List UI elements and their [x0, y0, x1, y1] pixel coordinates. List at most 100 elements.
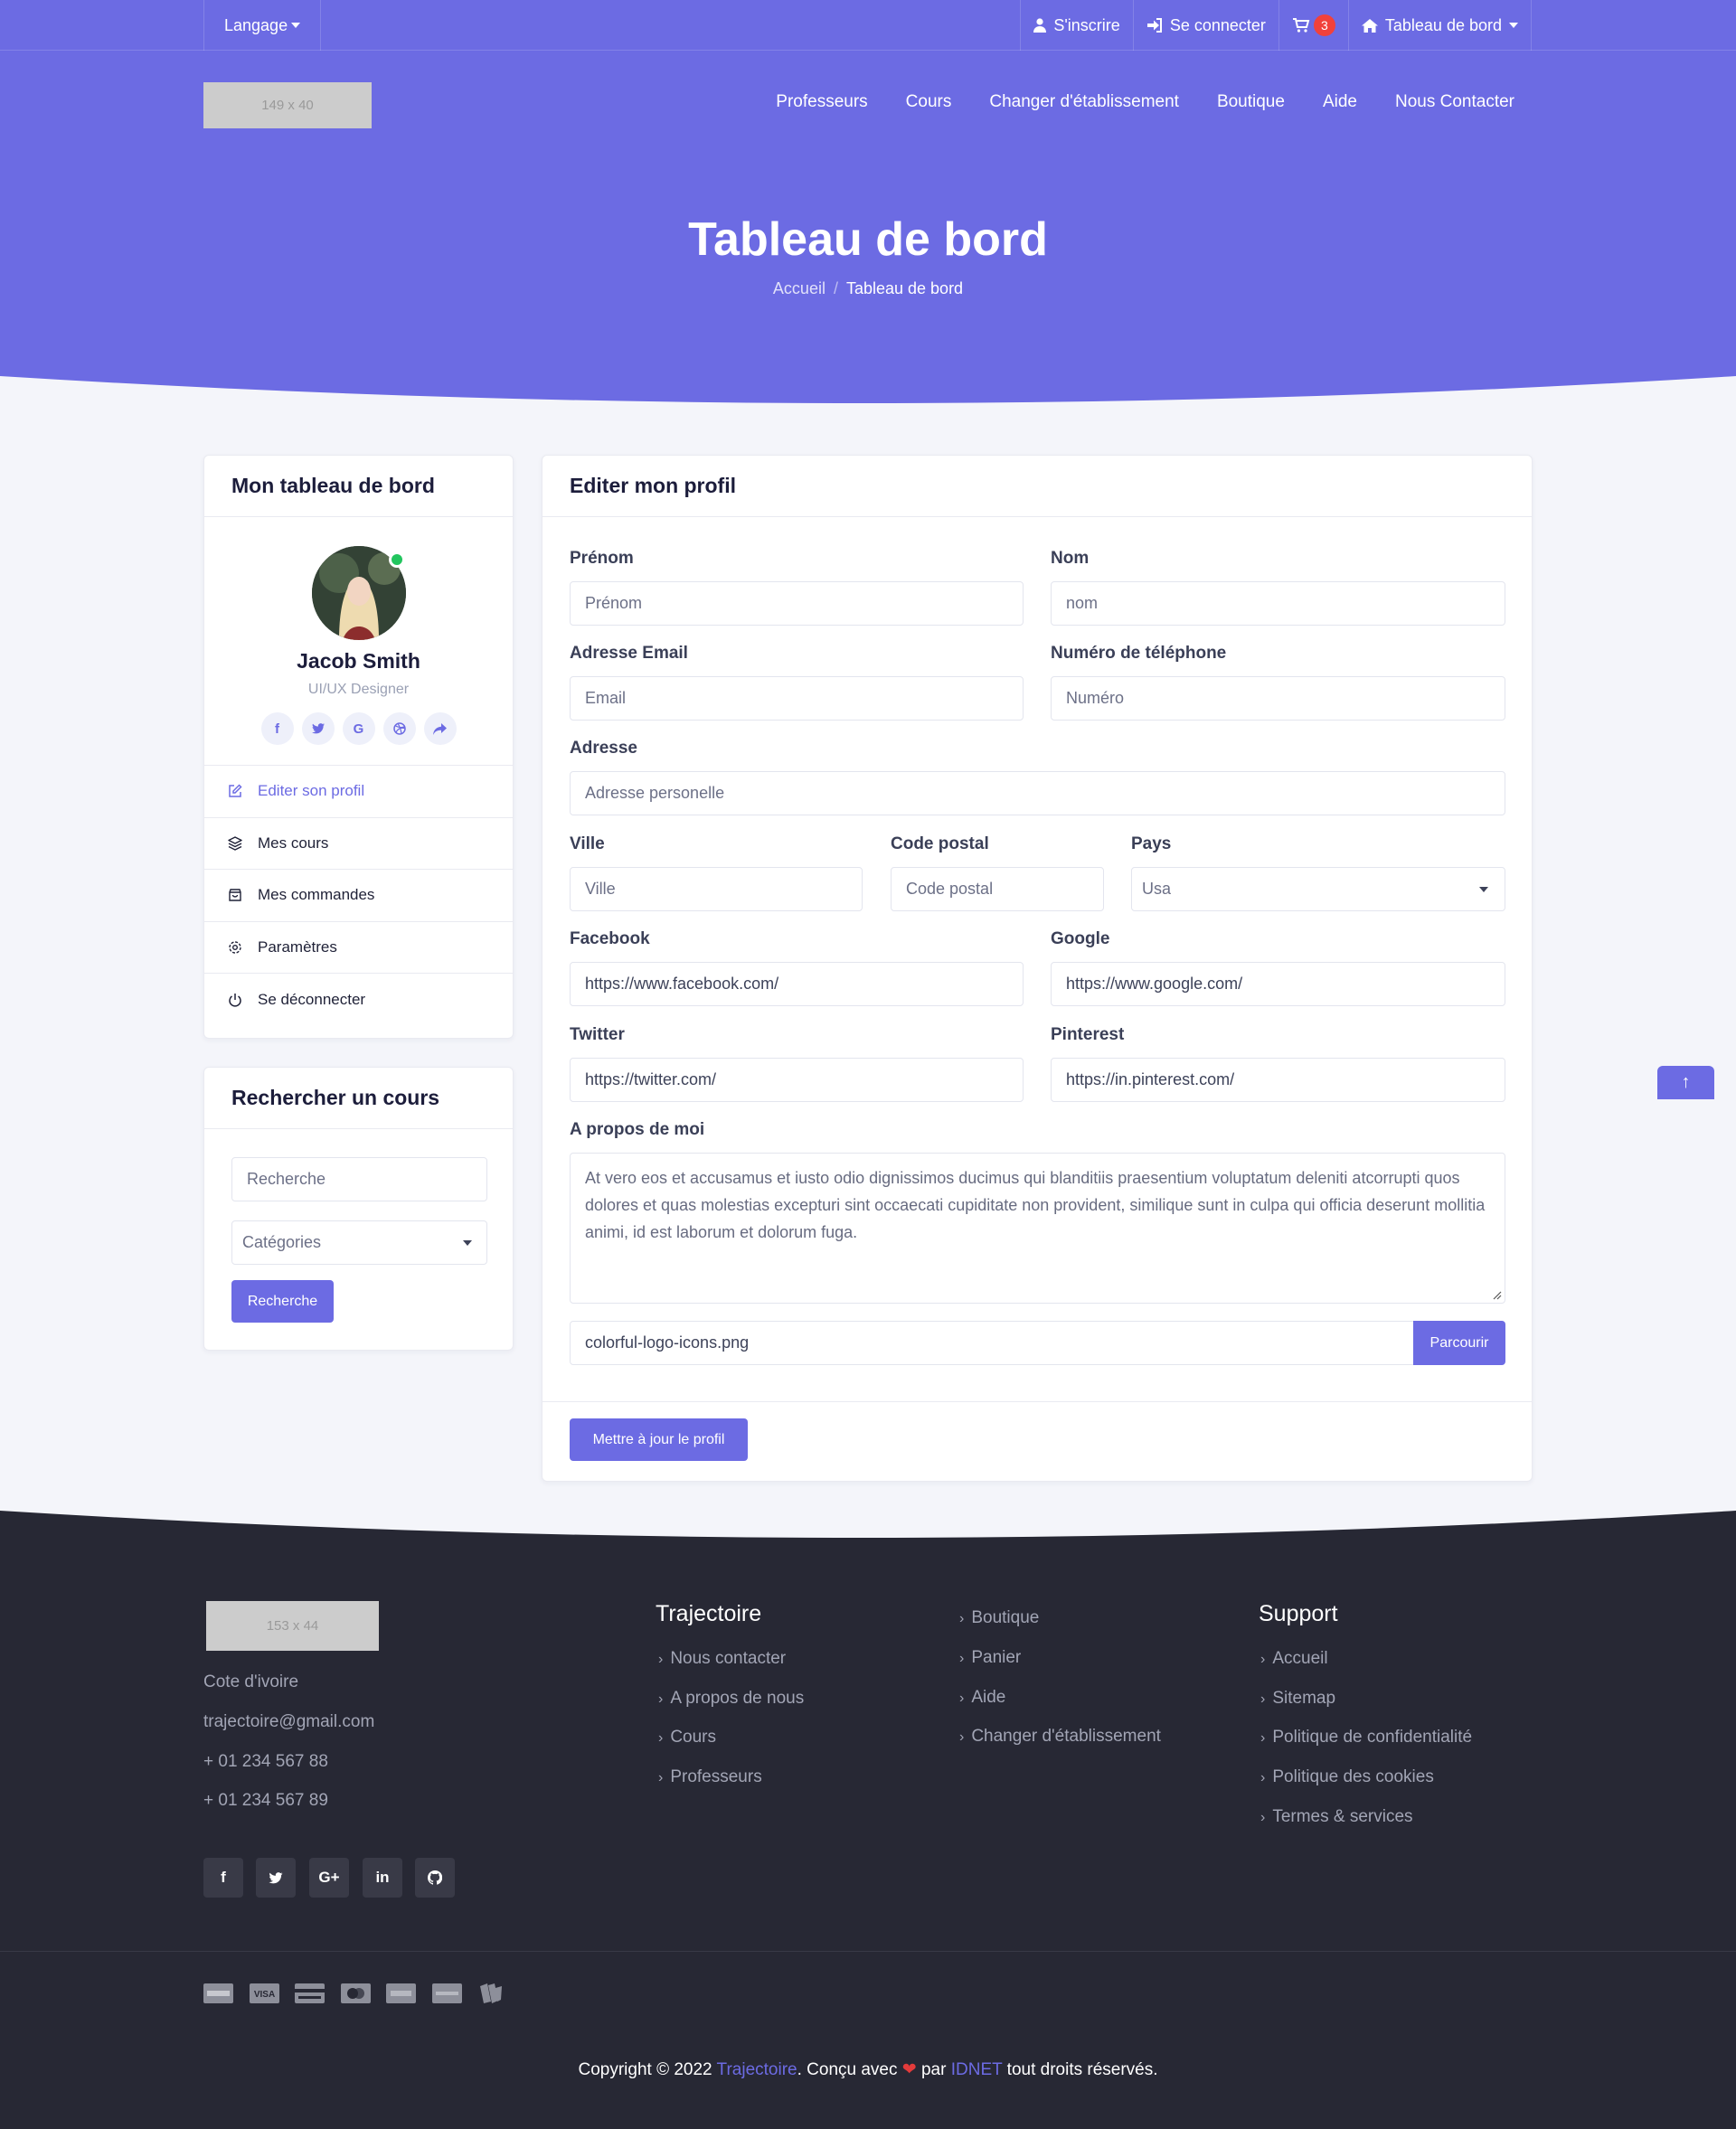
- phone-field[interactable]: Numéro: [1051, 676, 1505, 721]
- chevron-right-icon: ›: [658, 1770, 664, 1785]
- footer-location: Cote d'ivoire: [203, 1672, 299, 1691]
- city-label: Ville: [570, 834, 605, 853]
- first-name-label: Prénom: [570, 549, 634, 568]
- sidebar-item-logout[interactable]: Se déconnecter: [204, 974, 513, 1026]
- cart-icon: [1292, 18, 1310, 33]
- power-icon: [227, 992, 243, 1008]
- about-textarea[interactable]: At vero eos et accusamus et iusto odio d…: [570, 1153, 1505, 1304]
- footer-logo[interactable]: 153 x 44: [206, 1601, 379, 1651]
- sidebar-item-orders[interactable]: Mes commandes: [204, 870, 513, 922]
- footer-link-shop[interactable]: › Boutique: [959, 1608, 1039, 1628]
- register-link[interactable]: S'inscrire: [1020, 0, 1132, 51]
- shopping-bag-icon: [227, 887, 243, 903]
- course-search-input[interactable]: Recherche: [231, 1157, 487, 1201]
- browse-button[interactable]: Parcourir: [1413, 1321, 1505, 1365]
- github-icon[interactable]: [415, 1858, 455, 1898]
- first-name-field[interactable]: Prénom: [570, 581, 1024, 626]
- footer-link-courses[interactable]: › Cours: [658, 1728, 716, 1747]
- footer-email[interactable]: trajectoire@gmail.com: [203, 1712, 374, 1732]
- nav-link-aide[interactable]: Aide: [1323, 92, 1357, 112]
- address-label: Adresse: [570, 739, 637, 758]
- sidebar-item-settings[interactable]: Paramètres: [204, 922, 513, 974]
- breadcrumb-home-link[interactable]: Accueil: [773, 279, 826, 297]
- update-profile-button[interactable]: Mettre à jour le profil: [570, 1418, 748, 1461]
- footer-phone-2: + 01 234 567 89: [203, 1791, 328, 1810]
- facebook-icon[interactable]: f: [260, 712, 294, 745]
- breadcrumb-separator: /: [833, 279, 838, 297]
- country-select[interactable]: Usa: [1131, 867, 1505, 911]
- footer-link-contact[interactable]: › Nous contacter: [658, 1649, 786, 1669]
- hero-wave-divider: [0, 376, 1736, 409]
- mastercard-icon: [341, 1983, 371, 2004]
- nav-link-changer-etablissement[interactable]: Changer d'établissement: [989, 92, 1179, 112]
- breadcrumb: Accueil / Tableau de bord: [0, 279, 1736, 298]
- resize-handle-icon[interactable]: [1493, 1291, 1502, 1300]
- nav-link-professeurs[interactable]: Professeurs: [776, 92, 867, 112]
- footer-link-privacy[interactable]: › Politique de confidentialité: [1260, 1728, 1472, 1747]
- site-logo[interactable]: 149 x 40: [203, 82, 372, 128]
- file-name: colorful-logo-icons.png: [585, 1333, 750, 1352]
- share-icon[interactable]: [423, 712, 457, 745]
- footer-link-label: Nous contacter: [670, 1649, 787, 1668]
- last-name-field[interactable]: nom: [1051, 581, 1505, 626]
- google-url-field[interactable]: https://www.google.com/: [1051, 962, 1505, 1006]
- nav-link-cours[interactable]: Cours: [906, 92, 952, 112]
- nav-link-contact[interactable]: Nous Contacter: [1395, 92, 1514, 112]
- copyright-brand-link[interactable]: Trajectoire: [717, 2060, 797, 2079]
- address-field[interactable]: Adresse personelle: [570, 771, 1505, 815]
- city-field[interactable]: Ville: [570, 867, 863, 911]
- email-field[interactable]: Email: [570, 676, 1024, 721]
- linkedin-icon[interactable]: in: [363, 1858, 402, 1898]
- footer-link-label: Cours: [670, 1728, 717, 1747]
- twitter-icon[interactable]: [256, 1858, 296, 1898]
- sidebar-item-edit-profile[interactable]: Editer son profil: [204, 766, 513, 818]
- language-dropdown[interactable]: Langage: [203, 0, 322, 51]
- chevron-right-icon: ›: [658, 1730, 664, 1746]
- footer-link-terms[interactable]: › Termes & services: [1260, 1807, 1413, 1827]
- facebook-icon[interactable]: f: [203, 1858, 243, 1898]
- nav-link-boutique[interactable]: Boutique: [1217, 92, 1285, 112]
- sidebar-item-label: Mes cours: [258, 834, 329, 852]
- footer-link-change-school[interactable]: › Changer d'établissement: [959, 1727, 1161, 1747]
- sidebar-item-label: Se déconnecter: [258, 990, 366, 1008]
- copyright-middle: . Conçu avec: [797, 2060, 902, 2079]
- footer-link-cookies[interactable]: › Politique des cookies: [1260, 1767, 1434, 1787]
- twitter-icon[interactable]: [301, 712, 335, 745]
- discover-card-icon: [432, 1983, 462, 2004]
- dashboard-dropdown[interactable]: Tableau de bord: [1347, 0, 1532, 51]
- search-button[interactable]: Recherche: [231, 1280, 334, 1323]
- chevron-right-icon: ›: [658, 1652, 664, 1667]
- twitter-url-field[interactable]: https://twitter.com/: [570, 1058, 1024, 1102]
- category-select[interactable]: Catégories: [231, 1220, 487, 1265]
- scroll-to-top-button[interactable]: ↑: [1657, 1066, 1714, 1099]
- google-plus-icon[interactable]: G+: [309, 1858, 349, 1898]
- zip-field[interactable]: Code postal: [891, 867, 1104, 911]
- about-text: At vero eos et accusamus et iusto odio d…: [585, 1169, 1486, 1241]
- gear-icon: [227, 939, 243, 956]
- footer-link-home[interactable]: › Accueil: [1260, 1649, 1328, 1669]
- facebook-url-field[interactable]: https://www.facebook.com/: [570, 962, 1024, 1006]
- chevron-right-icon: ›: [1260, 1691, 1266, 1707]
- chevron-down-icon: [291, 23, 301, 28]
- footer-link-help[interactable]: › Aide: [959, 1688, 1005, 1708]
- profile-role: UI/UX Designer: [307, 682, 410, 697]
- file-upload-field[interactable]: colorful-logo-icons.png Parcourir: [570, 1321, 1505, 1365]
- dribbble-icon[interactable]: [382, 712, 416, 745]
- site-footer: 153 x 44 Cote d'ivoire trajectoire@gmail…: [0, 1511, 1736, 2129]
- footer-link-about[interactable]: › A propos de nous: [658, 1689, 804, 1709]
- cart-button[interactable]: 3: [1278, 0, 1348, 51]
- sidebar-item-courses[interactable]: Mes cours: [204, 818, 513, 870]
- amex-card-icon: [203, 1983, 233, 2004]
- login-link[interactable]: Se connecter: [1132, 0, 1278, 51]
- course-search-card: Rechercher un cours Recherche Catégories…: [203, 1067, 514, 1351]
- google-icon[interactable]: G: [342, 712, 375, 745]
- search-card-title: Rechercher un cours: [204, 1068, 513, 1129]
- footer-link-cart[interactable]: › Panier: [959, 1648, 1021, 1668]
- footer-link-teachers[interactable]: › Professeurs: [658, 1767, 762, 1787]
- copyright: Copyright © 2022 Trajectoire. Conçu avec…: [0, 2059, 1736, 2080]
- pinterest-url-field[interactable]: https://in.pinterest.com/: [1051, 1058, 1505, 1102]
- copyright-author-link[interactable]: IDNET: [951, 2060, 1003, 2079]
- category-select-value: Catégories: [242, 1233, 322, 1251]
- footer-divider: [0, 1951, 1736, 1952]
- footer-link-sitemap[interactable]: › Sitemap: [1260, 1689, 1335, 1709]
